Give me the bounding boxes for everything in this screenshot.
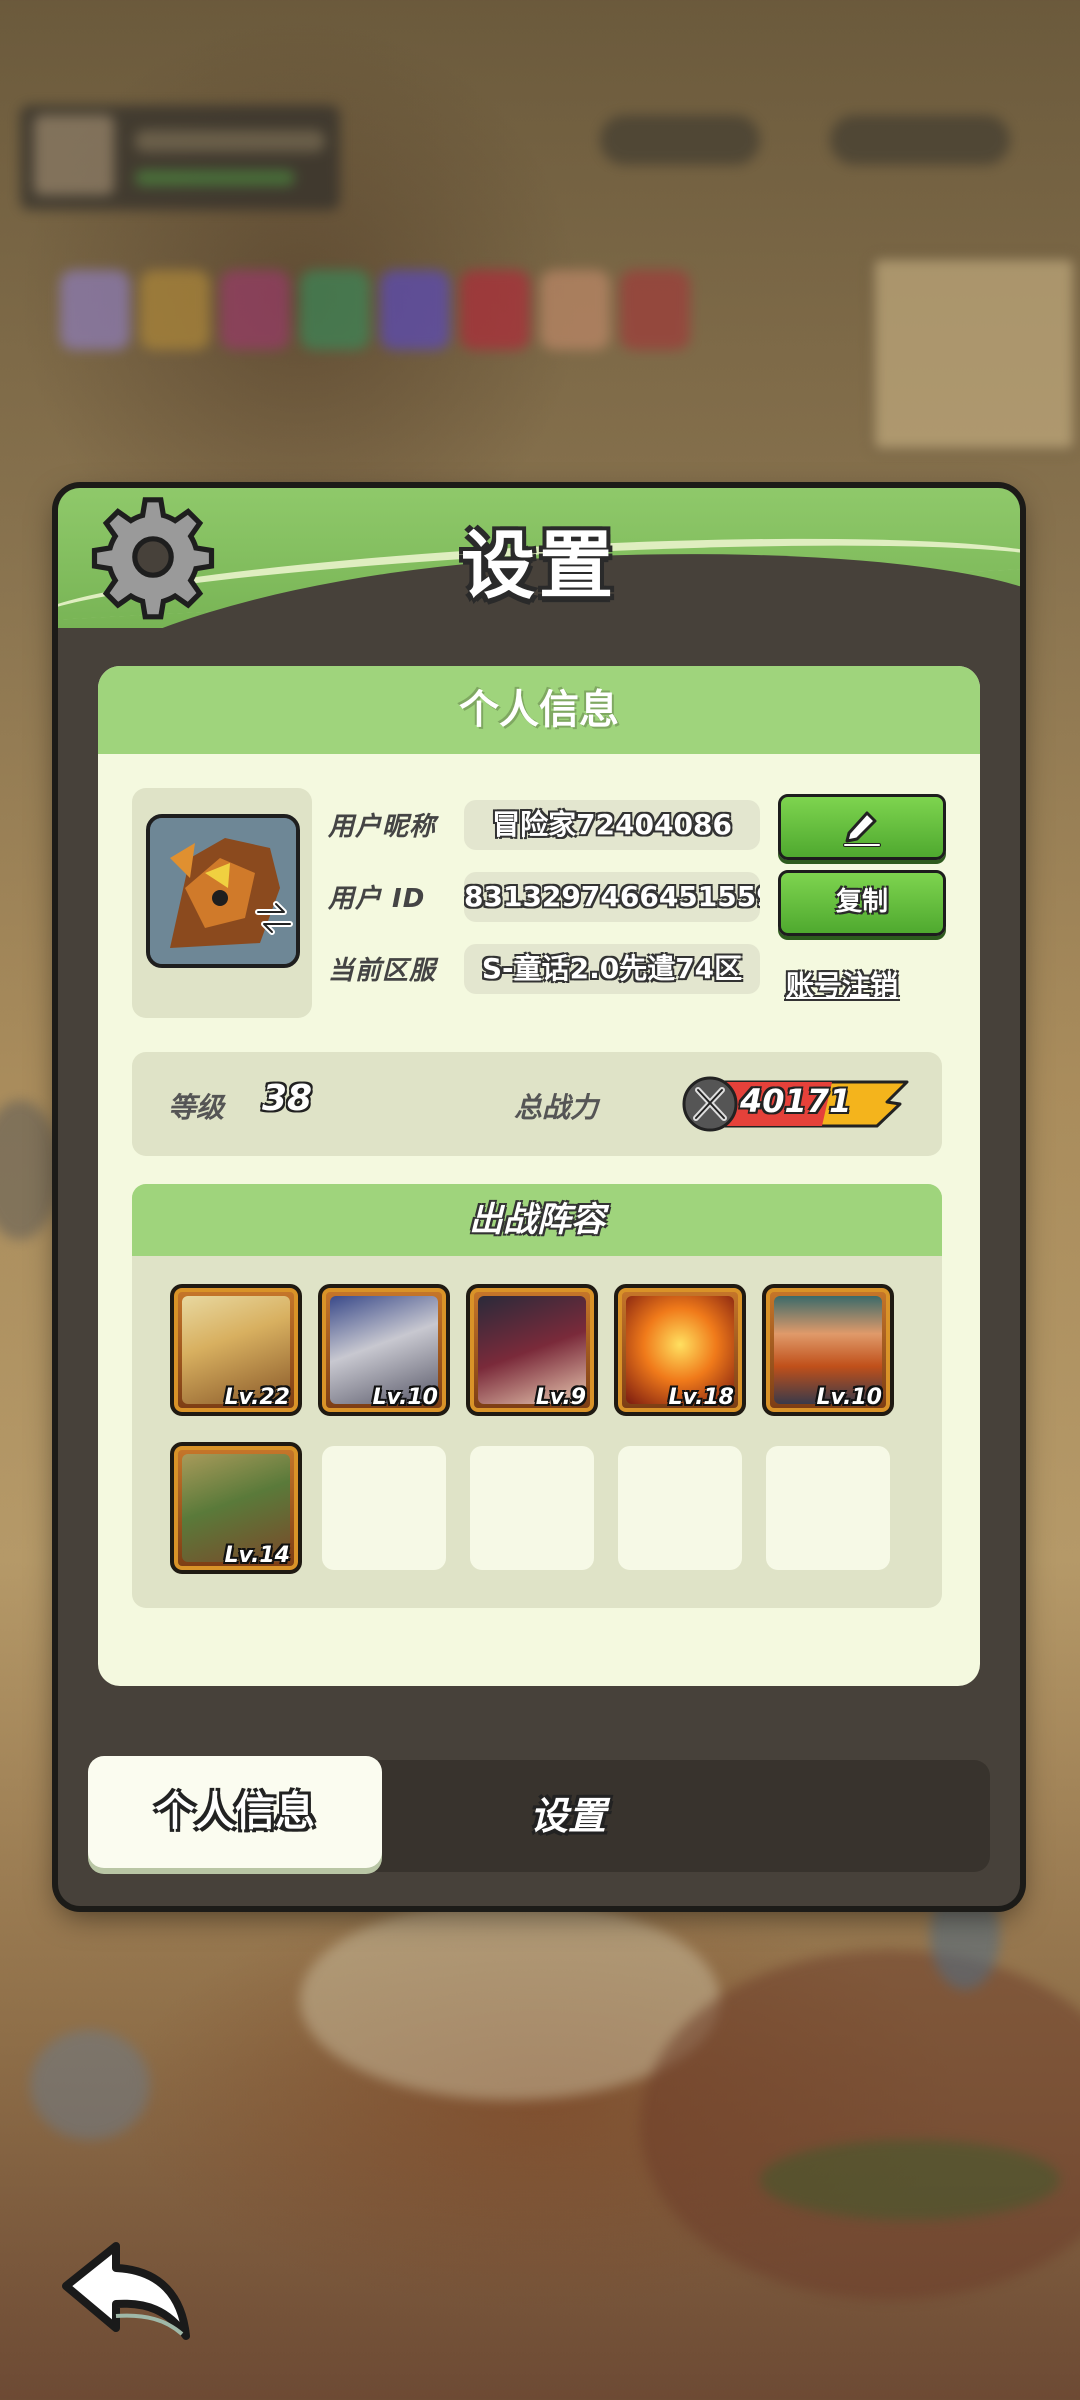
- hero-slot[interactable]: Lv.14: [170, 1442, 302, 1574]
- hero-slot[interactable]: Lv.22: [170, 1284, 302, 1416]
- avatar-container: [132, 788, 312, 1018]
- empty-hero-slot[interactable]: [322, 1446, 446, 1570]
- level-label: 等级: [168, 1091, 225, 1124]
- battle-lineup: 出战阵容 Lv.22 Lv.10 Lv.9 Lv.18 Lv.10 Lv.14: [132, 1184, 942, 1608]
- avatar[interactable]: [146, 814, 300, 968]
- nickname-label: 用户昵称: [328, 812, 437, 842]
- profile-panel: 个人信息 用户昵称 冒险家72404086 用户 ID 831329746645…: [98, 666, 980, 1686]
- empty-hero-slot[interactable]: [470, 1446, 594, 1570]
- nickname-field: 冒险家72404086: [464, 800, 760, 850]
- lineup-title: 出战阵容: [132, 1184, 942, 1256]
- hero-slot[interactable]: Lv.10: [318, 1284, 450, 1416]
- dialog-title: 设置: [461, 523, 617, 609]
- back-arrow-icon[interactable]: [56, 2236, 196, 2346]
- minimap: [870, 255, 1078, 453]
- player-bar: [20, 105, 340, 210]
- profile-section-title: 个人信息: [98, 666, 980, 754]
- hero-slot[interactable]: Lv.9: [466, 1284, 598, 1416]
- hero-slot[interactable]: Lv.18: [614, 1284, 746, 1416]
- tab-profile[interactable]: 个人信息: [88, 1756, 382, 1868]
- empty-hero-slot[interactable]: [766, 1446, 890, 1570]
- hero-level: Lv.18: [668, 1385, 734, 1410]
- tab-settings[interactable]: 设置: [488, 1760, 648, 1872]
- uid-label: 用户 ID: [328, 884, 426, 914]
- pencil-icon: [843, 811, 881, 847]
- copy-uid-button[interactable]: 复制: [778, 870, 946, 936]
- swap-avatar-icon[interactable]: [252, 896, 296, 940]
- tab-bar: 个人信息 设置: [88, 1756, 990, 1872]
- settings-dialog: 设置 个人信息 用户昵称 冒险家72404086 用户 ID 831329746…: [58, 488, 1020, 1906]
- hero-level: Lv.10: [816, 1385, 882, 1410]
- server-field: S-童话2.0先遣74区: [464, 944, 760, 994]
- stats-bar: 等级 38 总战力 40171: [132, 1052, 942, 1156]
- server-label: 当前区服: [328, 956, 437, 986]
- power-label: 总战力: [514, 1091, 599, 1124]
- power-value: 40171: [740, 1082, 852, 1120]
- hero-level: Lv.10: [372, 1385, 438, 1410]
- level-value: 38: [262, 1078, 313, 1119]
- hero-level: Lv.22: [224, 1385, 290, 1410]
- edit-nickname-button[interactable]: [778, 794, 946, 860]
- empty-hero-slot[interactable]: [618, 1446, 742, 1570]
- hero-slot[interactable]: Lv.10: [762, 1284, 894, 1416]
- hero-level: Lv.9: [535, 1385, 586, 1410]
- hero-level: Lv.14: [224, 1543, 290, 1568]
- account-cancel-link[interactable]: 账号注销: [786, 964, 898, 1004]
- uid-field: 83132974664515598: [464, 872, 760, 922]
